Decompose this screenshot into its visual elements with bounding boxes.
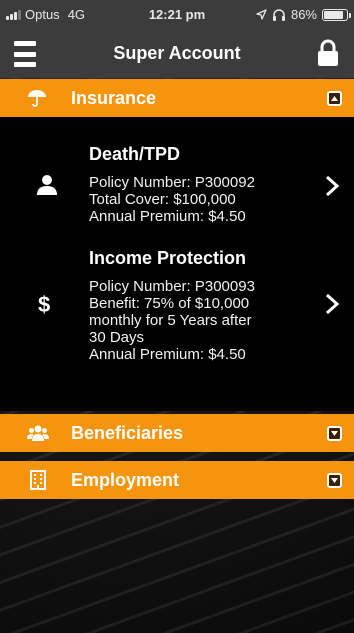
section-employment-header[interactable]: Employment: [0, 461, 354, 499]
expand-icon[interactable]: [327, 426, 342, 441]
lock-icon[interactable]: [316, 39, 340, 67]
page-title: Super Account: [113, 43, 241, 63]
hamburger-menu-icon[interactable]: [14, 41, 36, 67]
app-header: Super Account: [0, 30, 354, 78]
policy-benefit-line: 30 Days: [89, 329, 145, 346]
policy-benefit-line: Benefit: 75% of $10,000: [89, 295, 250, 312]
section-beneficiaries-header[interactable]: Beneficiaries: [0, 414, 354, 452]
status-bar: Optus 4G 12:21 pm 86%: [0, 0, 354, 30]
umbrella-icon: [28, 90, 46, 107]
section-beneficiaries-label: Beneficiaries: [71, 423, 184, 443]
battery-percent: 86%: [290, 7, 317, 22]
status-right: 86%: [256, 7, 351, 22]
building-icon: [30, 470, 46, 490]
battery-level-fill: [324, 10, 343, 19]
location-icon: [256, 9, 267, 20]
policy-annual-premium: Annual Premium: $4.50: [89, 208, 246, 225]
section-insurance-header[interactable]: Insurance: [0, 79, 354, 117]
policy-income-protection[interactable]: $ Income Protection Policy Number: P3000…: [0, 241, 354, 401]
policy-number: Policy Number: P300092: [89, 174, 255, 191]
policy-benefit-line: monthly for 5 Years after: [89, 312, 252, 329]
policy-title: Income Protection: [89, 248, 247, 268]
policy-death-tpd[interactable]: Death/TPD Policy Number: P300092 Total C…: [0, 117, 354, 241]
chevron-right-icon[interactable]: [324, 175, 340, 197]
expand-icon[interactable]: [327, 473, 342, 488]
insurance-panel: Death/TPD Policy Number: P300092 Total C…: [0, 117, 354, 411]
person-icon: [37, 175, 57, 195]
section-employment-label: Employment: [71, 470, 180, 490]
policy-total-cover: Total Cover: $100,000: [89, 191, 236, 208]
dollar-icon: $: [38, 292, 51, 317]
policy-annual-premium: Annual Premium: $4.50: [89, 346, 246, 363]
policy-title: Death/TPD: [89, 144, 181, 164]
policy-number: Policy Number: P300093: [89, 278, 255, 295]
section-insurance-label: Insurance: [71, 88, 157, 108]
chevron-right-icon[interactable]: [324, 293, 340, 315]
battery-icon: [322, 8, 351, 21]
collapse-icon[interactable]: [327, 91, 342, 106]
users-icon: [27, 425, 49, 441]
headphones-icon: [272, 8, 285, 21]
